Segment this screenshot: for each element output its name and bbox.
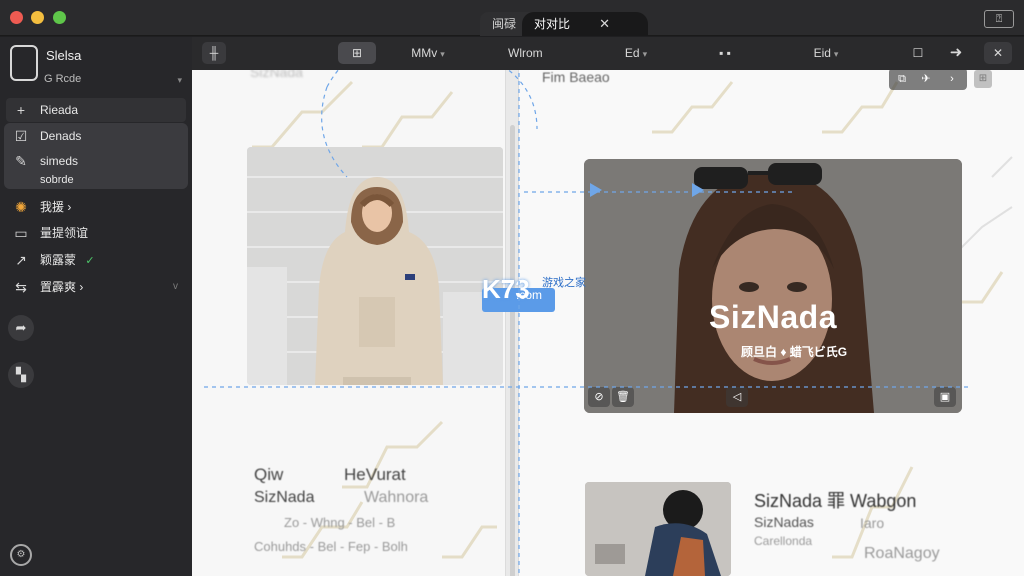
mode-dropdown[interactable]: MMv ▾ [406,42,450,64]
image-right[interactable]: SizNada 顾旦白 ♦ 蜡飞ビ氏G ⊘ 🗑 ◁ ▣ [584,159,962,413]
chart-icon: ↗ [15,252,27,268]
sidebar-subtitle: G Rcde [44,73,82,85]
grid-icon[interactable]: ⊞ [974,70,992,88]
minimize-window-button[interactable] [31,11,44,24]
mode-dropdown-label: MMv [411,46,438,60]
split-divider[interactable] [505,70,519,576]
sidebar-item-sobrde[interactable]: sobrde [6,171,186,189]
image-thumbnail[interactable] [585,482,731,576]
maximize-window-button[interactable] [53,11,66,24]
image-left[interactable] [247,147,503,385]
chevron-down-icon: v [173,281,178,292]
layout-dropdown[interactable]: Eid ▾ [806,42,846,64]
window-icon[interactable]: ☐ [906,42,930,64]
chevron-down-icon: ▾ [833,49,839,59]
trash-icon[interactable]: 🗑 [612,387,634,407]
sidebar-item-chart[interactable]: ↗ 颖露蒙 ✓ [6,248,186,272]
globe-icon: ✺ [15,199,27,215]
blurred-line-right: Iaro [860,515,885,531]
send-icon[interactable]: ◁ [726,387,748,407]
card-subtitle: 顾旦白 ♦ 蜡飞ビ氏G [741,345,848,359]
photo-thumbnail-person [585,482,731,576]
sidebar-item-sliders[interactable]: ⇆ 置霹爽 › v [6,275,186,299]
photo-portrait-woman [584,159,962,413]
sidebar-item-globe[interactable]: ✺ 我援 › [6,195,186,219]
settings-icon[interactable]: ⚙ [10,544,32,566]
window-menu-button[interactable]: ⍰ [984,10,1014,28]
blurred-row-detail: Zo - Whng - Bel - B [284,515,396,530]
edit-dropdown[interactable]: Ed ▾ [612,42,660,64]
sidebar-item-label: sobrde [40,174,74,186]
blurred-col1-title: Qiw [254,465,284,484]
close-window-button[interactable] [10,11,23,24]
sidebar-item-label: Rieada [40,103,79,117]
zoom-field[interactable]: Wlrom [508,42,568,64]
tab-active[interactable]: 对对比 ✕ [522,12,648,36]
pencil-icon: ✎ [15,153,27,169]
chevron-down-icon: ▾ [440,49,445,59]
blurred-line-right: RoaNagoy [864,545,940,562]
title-bar: 闽碌 对对比 ✕ ⍰ [0,0,1024,36]
blurred-row-title: SizNada [254,489,315,506]
blurred-row-detail: Cohuhds - Bel - Fep - Bolh [254,539,408,554]
sidebar-item-label: 颖露蒙 [40,253,77,267]
sidebar-item-rieada[interactable]: + Rieada [6,98,186,122]
sidebar-title: Slelsa [46,48,82,63]
app-icon [10,45,38,81]
sidebar-item-label: simeds [40,154,79,168]
sidebar-item-label: 量提领谊 [40,226,89,240]
blurred-title-right: SizNada 罪 Wabgon [754,491,917,511]
blurred-col2-title: HeVurat [344,465,406,484]
close-icon[interactable]: ✕ [984,42,1012,64]
copy-icon[interactable]: ⧉ [893,70,911,88]
sidebar-item-denads[interactable]: ☑ Denads [6,124,186,148]
chevron-down-icon: ▾ [642,49,648,59]
card-title: SizNada [709,299,837,335]
sidebar: Slelsa G Rcde ▾ + Rieada ☑ Denads ✎ sime… [0,37,192,576]
sidebar-item-label: 我援 › [40,200,72,214]
tab-label: 对对比 [534,17,571,31]
spacer-control[interactable]: ▪ ▪ [710,42,740,64]
chevron-right-icon[interactable]: › [943,70,961,88]
blurred-line-right: Carellonda [754,534,813,548]
layout-dropdown-label: Eid [813,46,831,60]
pin-icon[interactable]: ✈ [917,70,935,88]
blurred-line-right: SizNadas [754,514,814,530]
share-icon[interactable]: ➦ [8,315,34,341]
edit-dropdown-label: Ed [624,46,640,60]
chevron-down-icon[interactable]: ▾ [177,75,182,86]
checkbox-icon: ☑ [14,128,28,144]
monitor-icon: ▭ [14,225,28,241]
sidebar-header[interactable]: Slelsa G Rcde ▾ [10,45,186,91]
check-icon: ✓ [85,255,95,267]
select-tool-icon[interactable]: ⊞ [338,42,376,64]
arrow-right-icon[interactable]: ➜ [944,42,968,64]
image-icon[interactable]: ▣ [934,387,956,407]
watermark-cn: 游戏之家 [542,277,586,289]
sidebar-item-label: 置霹爽 › [40,280,84,294]
split-view-icon[interactable]: ╫ [202,42,226,64]
main-toolbar: ╫ ⊞ MMv ▾ Wlrom Ed ▾ ▪ ▪ Eid ▾ ☐ ➜ ✕ [192,37,1024,70]
sidebar-item-label: Denads [40,129,82,143]
tab-label: 闽碌 [492,17,517,31]
close-icon[interactable]: ✕ [599,12,610,36]
tag-icon[interactable]: ⊘ [588,387,610,407]
watermark-domain: .com [516,288,543,302]
blurred-row-value: Wahnora [364,489,429,506]
sidebar-item-simeds[interactable]: ✎ simeds [6,149,186,173]
main-workspace: SizNada Fim Baeao SizNada 顾旦白 ♦ 蜡飞ビ氏G ⊘ … [192,37,1024,576]
sliders-icon: ⇆ [15,279,27,295]
layers-icon[interactable]: ▚ [8,362,34,388]
photo-hoodie-person [247,147,503,385]
sidebar-item-monitor[interactable]: ▭ 量提领谊 [6,221,186,245]
divider-handle[interactable] [510,125,515,576]
watermark-logo: K73 游戏之家 .com [482,274,594,312]
ghost-heading-right: Fim Baeao [542,69,610,85]
plus-icon: + [16,102,26,118]
image-overlay-toolbar: ⧉ ✈ › [889,68,967,90]
